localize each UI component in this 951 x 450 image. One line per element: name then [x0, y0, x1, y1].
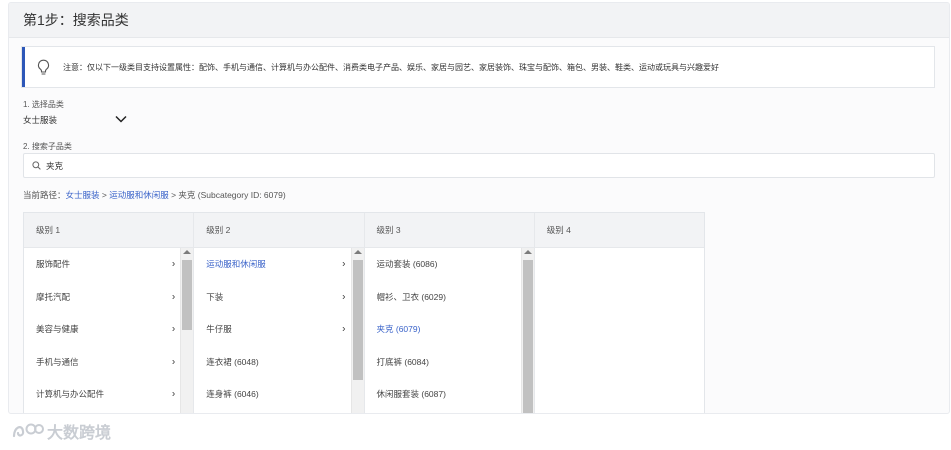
scrollbar-thumb[interactable]: [182, 260, 193, 330]
level-3-column: 级别 3 运动套装 (6086) 帽衫、卫衣 (6029) 夹克 (6079) …: [364, 213, 535, 413]
list-item[interactable]: 服饰配件 ›: [24, 248, 193, 281]
item-label: 帽衫、卫衣 (6029): [376, 291, 446, 302]
chevron-right-icon: ›: [342, 323, 346, 335]
notice-box: 注意：仅以下一级类目支持设置属性：配饰、手机与通信、计算机与办公配件、消费类电子…: [21, 46, 935, 88]
scrollbar-thumb[interactable]: [522, 260, 533, 413]
scrollbar[interactable]: [350, 248, 364, 413]
item-label: 摩托汽配: [36, 291, 71, 302]
list-item[interactable]: 美容与健康 ›: [24, 313, 193, 346]
category-select[interactable]: 女士服装: [23, 111, 127, 129]
list-item[interactable]: 手机与通信 ›: [24, 346, 193, 379]
search-icon: [32, 161, 41, 170]
chevron-right-icon: ›: [171, 323, 176, 335]
lightbulb-icon: [35, 58, 51, 76]
list-item[interactable]: 下装 ›: [194, 281, 363, 314]
item-label: 牛仔服: [206, 324, 232, 335]
chevron-right-icon: ›: [171, 356, 176, 368]
column-header: 级别 2: [194, 213, 364, 248]
watermark: 大数跨境: [10, 419, 111, 443]
subcategory-search-label: 2. 搜索子品类: [23, 142, 72, 151]
step-panel: 第1步：搜索品类 注意：仅以下一级类目支持设置属性：配饰、手机与通信、计算机与办…: [8, 2, 950, 414]
chevron-down-icon: [115, 115, 127, 125]
chevron-right-icon: ›: [171, 258, 176, 270]
page-title: 第1步：搜索品类: [9, 3, 949, 38]
column-header: 级别 1: [24, 213, 194, 248]
watermark-text: 大数跨境: [47, 425, 112, 442]
breadcrumb: 当前路径：女士服装 > 运动服和休闲服 > 夹克 (Subcategory ID…: [23, 189, 286, 201]
breadcrumb-prefix: 当前路径：: [23, 190, 66, 200]
level-2-column: 级别 2 运动服和休闲服 › 下装 › 牛仔服 › 连衣裙 (6048) 连身裤 (6…: [194, 213, 365, 413]
list-item[interactable]: 连身裤 (6046): [194, 378, 363, 411]
list-item[interactable]: 牛仔服 ›: [194, 313, 363, 346]
scroll-up-icon[interactable]: [183, 250, 192, 254]
category-select-value: 女士服装: [23, 115, 58, 125]
chevron-right-icon: ›: [171, 291, 176, 303]
list-item[interactable]: 摩托汽配 ›: [24, 281, 193, 314]
item-label: 连身裤 (6046): [206, 389, 259, 400]
subcategory-search-input[interactable]: 夹克: [23, 153, 935, 178]
level-1-column: 级别 1 服饰配件 › 摩托汽配 › 美容与健康 › 手机与通信 › 计算机与办公配件 ›: [24, 213, 195, 413]
scroll-up-icon[interactable]: [353, 250, 362, 254]
item-label: 打底裤 (6084): [376, 356, 429, 367]
item-label: 美容与健康: [36, 324, 79, 335]
breadcrumb-separator: >: [99, 190, 110, 200]
list-item[interactable]: 连衣裙 (6048): [194, 346, 363, 379]
search-value: 夹克: [46, 160, 64, 171]
list-item[interactable]: 计算机与办公配件 ›: [24, 378, 193, 411]
list-item[interactable]: 运动套装 (6086): [365, 248, 534, 281]
scrollbar[interactable]: [520, 248, 534, 413]
item-label: 下装: [206, 291, 224, 302]
item-label: 连衣裙 (6048): [206, 356, 259, 367]
level-4-column: 级别 4: [534, 213, 704, 413]
breadcrumb-separator: >: [168, 190, 179, 200]
item-label: 运动服和休闲服: [206, 259, 266, 270]
scroll-up-icon[interactable]: [523, 250, 532, 254]
list-item-selected[interactable]: 夹克 (6079): [365, 313, 534, 346]
breadcrumb-link-2[interactable]: 运动服和休闲服: [109, 190, 169, 200]
notice-text: 注意：仅以下一级类目支持设置属性：配饰、手机与通信、计算机与办公配件、消费类电子…: [63, 62, 719, 72]
chevron-right-icon: ›: [342, 258, 346, 270]
breadcrumb-current: 夹克 (Subcategory ID: 6079): [178, 190, 286, 200]
item-label: 手机与通信: [36, 356, 79, 367]
chevron-right-icon: ›: [171, 388, 176, 400]
brand-logo-icon: [10, 421, 44, 441]
column-header: 级别 4: [534, 213, 704, 248]
item-label: 服饰配件: [36, 259, 71, 270]
list-item-selected[interactable]: 运动服和休闲服 ›: [194, 248, 363, 281]
scrollbar-thumb[interactable]: [352, 260, 363, 380]
category-select-label: 1. 选择品类: [23, 100, 64, 109]
breadcrumb-link-1[interactable]: 女士服装: [66, 190, 100, 200]
list-item[interactable]: 休闲服套装 (6087): [365, 378, 534, 411]
item-label: 运动套装 (6086): [376, 259, 438, 270]
list-item[interactable]: 打底裤 (6084): [365, 346, 534, 379]
item-label: 计算机与办公配件: [36, 389, 105, 400]
item-label: 夹克 (6079): [376, 324, 421, 335]
scrollbar[interactable]: [180, 248, 194, 413]
category-columns: 级别 1 服饰配件 › 摩托汽配 › 美容与健康 › 手机与通信 › 计算机与办公配件 ›…: [23, 212, 705, 413]
list-item[interactable]: 帽衫、卫衣 (6029): [365, 281, 534, 314]
chevron-right-icon: ›: [342, 291, 346, 303]
column-header: 级别 3: [364, 213, 534, 248]
item-label: 休闲服套装 (6087): [376, 389, 446, 400]
notice-accent-bar: [22, 47, 25, 87]
